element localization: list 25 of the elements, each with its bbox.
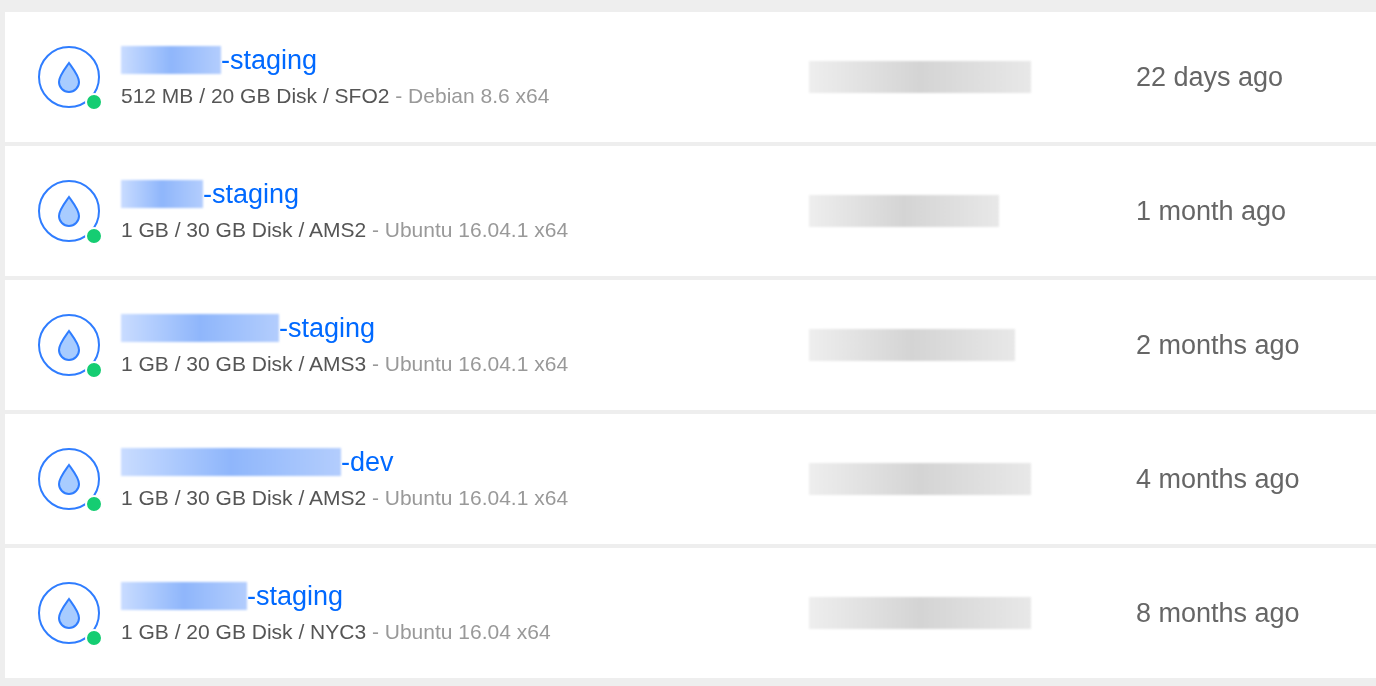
droplet-name[interactable]: -dev — [341, 448, 394, 476]
droplet-name[interactable]: -staging — [221, 46, 318, 74]
droplet-name[interactable]: -staging — [203, 180, 300, 208]
created-time: 22 days ago — [1136, 60, 1284, 94]
droplet-icon — [37, 179, 101, 243]
droplet-image: - Ubuntu 16.04 x64 — [371, 620, 551, 644]
created-time: 8 months ago — [1136, 596, 1300, 630]
created-time: 4 months ago — [1136, 462, 1300, 496]
droplet-name[interactable]: -staging — [247, 582, 344, 610]
created-time: 1 month ago — [1136, 194, 1287, 228]
created-time: 2 months ago — [1136, 328, 1300, 362]
droplet-specs: 1 GB / 30 GB Disk / AMS2 — [121, 486, 367, 510]
droplet-icon — [37, 45, 101, 109]
droplet-icon — [37, 447, 101, 511]
droplet-image: - Ubuntu 16.04.1 x64 — [371, 352, 569, 376]
droplet-name[interactable]: -staging — [279, 314, 376, 342]
droplet-image: - Ubuntu 16.04.1 x64 — [371, 486, 569, 510]
droplet-specs: 1 GB / 20 GB Disk / NYC3 — [121, 620, 367, 644]
droplet-specs: 1 GB / 30 GB Disk / AMS3 — [121, 352, 367, 376]
droplet-specs: 1 GB / 30 GB Disk / AMS2 — [121, 218, 367, 242]
droplet-image: - Debian 8.6 x64 — [395, 84, 550, 108]
droplet-image: - Ubuntu 16.04.1 x64 — [371, 218, 569, 242]
droplet-specs: 512 MB / 20 GB Disk / SFO2 — [121, 84, 390, 108]
droplet-icon — [37, 581, 101, 645]
droplet-icon — [37, 313, 101, 377]
